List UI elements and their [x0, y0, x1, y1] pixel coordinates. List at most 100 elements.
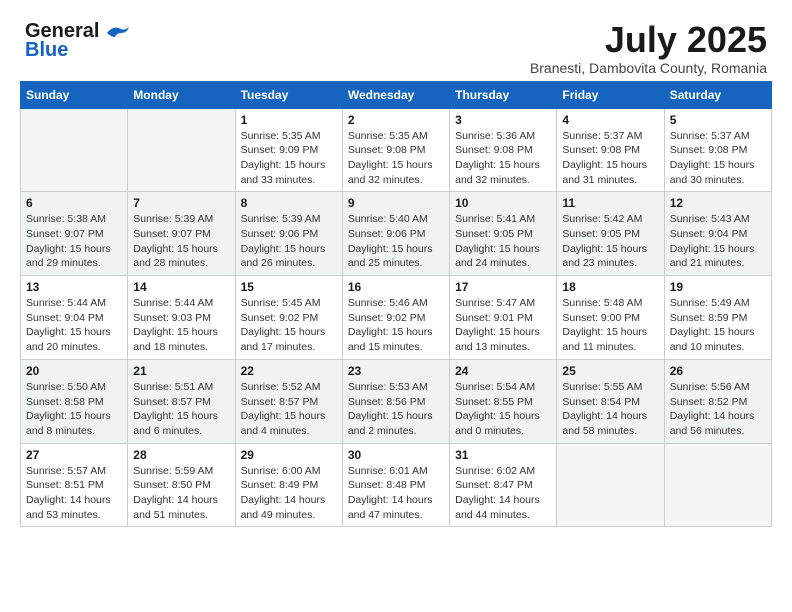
calendar-day-cell: 22 Sunrise: 5:52 AM Sunset: 8:57 PM Dayli…	[235, 359, 342, 443]
day-number: 2	[348, 113, 444, 127]
day-info: Sunrise: 5:35 AM Sunset: 9:09 PM Dayligh…	[241, 129, 337, 188]
day-number: 15	[241, 280, 337, 294]
day-info: Sunrise: 5:37 AM Sunset: 9:08 PM Dayligh…	[562, 129, 658, 188]
day-info: Sunrise: 5:47 AM Sunset: 9:01 PM Dayligh…	[455, 296, 551, 355]
weekday-header: Friday	[557, 81, 664, 108]
calendar-day-cell: 26Sunrise: 5:56 AM Sunset: 8:52 PM Dayli…	[664, 359, 771, 443]
day-number: 23	[348, 364, 444, 378]
day-number: 3	[455, 113, 551, 127]
logo-text-blue: Blue	[25, 39, 68, 62]
page-header: General Blue July 2025 Branesti, Dambovi…	[10, 10, 782, 81]
calendar-week-row: 6 Sunrise: 5:38 AM Sunset: 9:07 PM Daylig…	[21, 192, 772, 276]
calendar-day-cell: 29 Sunrise: 6:00 AM Sunset: 8:49 PM Dayli…	[235, 443, 342, 527]
day-info: Sunrise: 5:54 AM Sunset: 8:55 PM Dayligh…	[455, 380, 551, 439]
day-info: Sunrise: 5:39 AM Sunset: 9:06 PM Dayligh…	[241, 212, 337, 271]
calendar-table: SundayMondayTuesdayWednesdayThursdayFrid…	[20, 81, 772, 528]
calendar-week-row: 27Sunrise: 5:57 AM Sunset: 8:51 PM Dayli…	[21, 443, 772, 527]
day-info: Sunrise: 5:59 AM Sunset: 8:50 PM Dayligh…	[133, 464, 229, 523]
calendar-day-cell: 21 Sunrise: 5:51 AM Sunset: 8:57 PM Dayli…	[128, 359, 235, 443]
calendar-day-cell: 7Sunrise: 5:39 AM Sunset: 9:07 PM Daylig…	[128, 192, 235, 276]
day-info: Sunrise: 5:55 AM Sunset: 8:54 PM Dayligh…	[562, 380, 658, 439]
weekday-header: Wednesday	[342, 81, 449, 108]
day-number: 19	[670, 280, 766, 294]
day-number: 29	[241, 448, 337, 462]
calendar-day-cell: 14 Sunrise: 5:44 AM Sunset: 9:03 PM Dayli…	[128, 276, 235, 360]
calendar-day-cell: 18Sunrise: 5:48 AM Sunset: 9:00 PM Dayli…	[557, 276, 664, 360]
day-info: Sunrise: 5:42 AM Sunset: 9:05 PM Dayligh…	[562, 212, 658, 271]
day-info: Sunrise: 5:48 AM Sunset: 9:00 PM Dayligh…	[562, 296, 658, 355]
day-info: Sunrise: 5:44 AM Sunset: 9:04 PM Dayligh…	[26, 296, 122, 355]
calendar-week-row: 1 Sunrise: 5:35 AM Sunset: 9:09 PM Daylig…	[21, 108, 772, 192]
calendar-day-cell: 10 Sunrise: 5:41 AM Sunset: 9:05 PM Dayli…	[450, 192, 557, 276]
day-number: 31	[455, 448, 551, 462]
calendar-day-cell: 1 Sunrise: 5:35 AM Sunset: 9:09 PM Daylig…	[235, 108, 342, 192]
day-number: 12	[670, 196, 766, 210]
day-number: 20	[26, 364, 122, 378]
calendar-day-cell: 31Sunrise: 6:02 AM Sunset: 8:47 PM Dayli…	[450, 443, 557, 527]
day-info: Sunrise: 5:52 AM Sunset: 8:57 PM Dayligh…	[241, 380, 337, 439]
calendar-day-cell	[557, 443, 664, 527]
location-subtitle: Branesti, Dambovita County, Romania	[530, 60, 767, 76]
calendar-day-cell	[21, 108, 128, 192]
day-number: 16	[348, 280, 444, 294]
calendar-day-cell: 15Sunrise: 5:45 AM Sunset: 9:02 PM Dayli…	[235, 276, 342, 360]
day-info: Sunrise: 6:00 AM Sunset: 8:49 PM Dayligh…	[241, 464, 337, 523]
day-info: Sunrise: 5:51 AM Sunset: 8:57 PM Dayligh…	[133, 380, 229, 439]
calendar-day-cell: 19 Sunrise: 5:49 AM Sunset: 8:59 PM Dayli…	[664, 276, 771, 360]
day-info: Sunrise: 5:44 AM Sunset: 9:03 PM Dayligh…	[133, 296, 229, 355]
weekday-header: Sunday	[21, 81, 128, 108]
day-number: 24	[455, 364, 551, 378]
day-info: Sunrise: 5:39 AM Sunset: 9:07 PM Dayligh…	[133, 212, 229, 271]
day-number: 25	[562, 364, 658, 378]
calendar-day-cell: 3Sunrise: 5:36 AM Sunset: 9:08 PM Daylig…	[450, 108, 557, 192]
month-title: July 2025	[530, 20, 767, 60]
day-info: Sunrise: 5:50 AM Sunset: 8:58 PM Dayligh…	[26, 380, 122, 439]
day-number: 11	[562, 196, 658, 210]
weekday-header: Monday	[128, 81, 235, 108]
day-info: Sunrise: 6:01 AM Sunset: 8:48 PM Dayligh…	[348, 464, 444, 523]
day-number: 6	[26, 196, 122, 210]
calendar-day-cell: 8 Sunrise: 5:39 AM Sunset: 9:06 PM Daylig…	[235, 192, 342, 276]
calendar-day-cell: 2 Sunrise: 5:35 AM Sunset: 9:08 PM Daylig…	[342, 108, 449, 192]
day-info: Sunrise: 5:43 AM Sunset: 9:04 PM Dayligh…	[670, 212, 766, 271]
calendar-day-cell: 30Sunrise: 6:01 AM Sunset: 8:48 PM Dayli…	[342, 443, 449, 527]
day-info: Sunrise: 5:57 AM Sunset: 8:51 PM Dayligh…	[26, 464, 122, 523]
calendar-day-cell: 28Sunrise: 5:59 AM Sunset: 8:50 PM Dayli…	[128, 443, 235, 527]
day-number: 14	[133, 280, 229, 294]
calendar-day-cell	[664, 443, 771, 527]
day-number: 21	[133, 364, 229, 378]
title-area: July 2025 Branesti, Dambovita County, Ro…	[530, 20, 767, 76]
day-info: Sunrise: 5:53 AM Sunset: 8:56 PM Dayligh…	[348, 380, 444, 439]
calendar-day-cell: 20 Sunrise: 5:50 AM Sunset: 8:58 PM Dayli…	[21, 359, 128, 443]
weekday-header: Tuesday	[235, 81, 342, 108]
day-number: 4	[562, 113, 658, 127]
calendar-day-cell: 9Sunrise: 5:40 AM Sunset: 9:06 PM Daylig…	[342, 192, 449, 276]
weekday-header: Thursday	[450, 81, 557, 108]
day-number: 9	[348, 196, 444, 210]
day-number: 13	[26, 280, 122, 294]
day-info: Sunrise: 5:35 AM Sunset: 9:08 PM Dayligh…	[348, 129, 444, 188]
day-info: Sunrise: 5:37 AM Sunset: 9:08 PM Dayligh…	[670, 129, 766, 188]
day-number: 10	[455, 196, 551, 210]
weekday-header: Saturday	[664, 81, 771, 108]
day-number: 5	[670, 113, 766, 127]
day-number: 1	[241, 113, 337, 127]
day-info: Sunrise: 5:56 AM Sunset: 8:52 PM Dayligh…	[670, 380, 766, 439]
logo-bird-icon	[103, 23, 131, 41]
day-info: Sunrise: 5:49 AM Sunset: 8:59 PM Dayligh…	[670, 296, 766, 355]
day-number: 8	[241, 196, 337, 210]
day-number: 22	[241, 364, 337, 378]
calendar-week-row: 13 Sunrise: 5:44 AM Sunset: 9:04 PM Dayli…	[21, 276, 772, 360]
calendar-header-row: SundayMondayTuesdayWednesdayThursdayFrid…	[21, 81, 772, 108]
calendar-day-cell: 13 Sunrise: 5:44 AM Sunset: 9:04 PM Dayli…	[21, 276, 128, 360]
day-info: Sunrise: 5:38 AM Sunset: 9:07 PM Dayligh…	[26, 212, 122, 271]
day-info: Sunrise: 5:41 AM Sunset: 9:05 PM Dayligh…	[455, 212, 551, 271]
calendar-day-cell: 27Sunrise: 5:57 AM Sunset: 8:51 PM Dayli…	[21, 443, 128, 527]
calendar-day-cell: 6 Sunrise: 5:38 AM Sunset: 9:07 PM Daylig…	[21, 192, 128, 276]
calendar-day-cell: 12 Sunrise: 5:43 AM Sunset: 9:04 PM Dayli…	[664, 192, 771, 276]
calendar-day-cell: 17 Sunrise: 5:47 AM Sunset: 9:01 PM Dayli…	[450, 276, 557, 360]
calendar-day-cell: 23 Sunrise: 5:53 AM Sunset: 8:56 PM Dayli…	[342, 359, 449, 443]
day-number: 17	[455, 280, 551, 294]
calendar-week-row: 20 Sunrise: 5:50 AM Sunset: 8:58 PM Dayli…	[21, 359, 772, 443]
logo: General Blue	[25, 20, 131, 62]
